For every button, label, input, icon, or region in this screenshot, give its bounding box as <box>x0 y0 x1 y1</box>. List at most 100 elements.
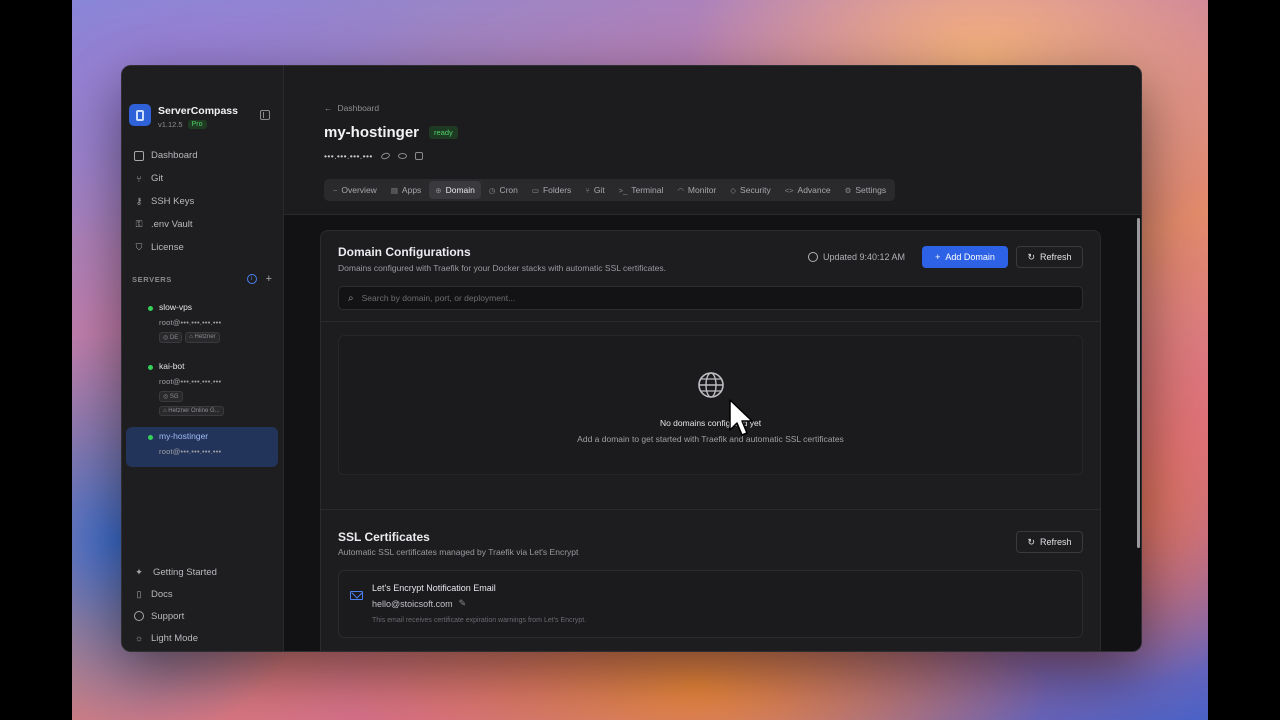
refresh-ssl-button[interactable]: ↻ Refresh <box>1016 531 1083 553</box>
tab-apps[interactable]: ▤ Apps <box>385 181 427 199</box>
app-window: ServerCompass v1.12.5 Pro Dashboard ⑂ Gi… <box>121 65 1142 652</box>
page-title: my-hostinger <box>324 124 420 141</box>
servers-label: SERVERS <box>132 274 172 284</box>
sidebar-item-license[interactable]: ⛉ License <box>134 236 197 259</box>
sidebar-item-label: Dashboard <box>151 150 198 161</box>
search-input[interactable] <box>361 293 1012 303</box>
domain-card: Domain Configurations Domains configured… <box>320 230 1101 651</box>
globe-icon <box>698 372 724 398</box>
server-host: root@•••.•••.•••.••• <box>159 447 222 456</box>
server-item-kai-bot[interactable]: kai-bot root@•••.•••.•••.••• ◎ SG ⌂ Hetz… <box>126 357 278 417</box>
server-item-my-hostinger[interactable]: my-hostinger root@•••.•••.•••.••• <box>126 427 278 467</box>
tab-advance[interactable]: <> Advance <box>779 181 837 199</box>
sidebar-bottom-nav: ✦ Getting Started ▯ Docs Support ☼ Light… <box>134 561 217 649</box>
mail-icon <box>350 591 363 600</box>
brand: ServerCompass v1.12.5 Pro <box>129 104 238 129</box>
online-status-dot <box>148 435 153 440</box>
add-domain-button[interactable]: + Add Domain <box>922 246 1008 268</box>
sidebar-item-docs[interactable]: ▯ Docs <box>134 583 217 605</box>
empty-state-subtitle: Add a domain to get started with Traefik… <box>577 434 844 444</box>
tab-settings[interactable]: ⚙ Settings <box>839 181 892 199</box>
sidebar-nav: Dashboard ⑂ Git ⚷ SSH Keys ⚿ .env Vault … <box>134 144 197 259</box>
hide-ip-icon[interactable] <box>380 151 391 161</box>
gauge-icon: ◠ <box>677 185 684 195</box>
dashboard-icon <box>134 150 144 161</box>
shield-icon: ◇ <box>730 185 737 195</box>
edit-pencil-icon[interactable]: ✎ <box>459 598 467 609</box>
sidebar-item-ssh-keys[interactable]: ⚷ SSH Keys <box>134 190 197 213</box>
apps-icon: ▤ <box>390 185 398 195</box>
empty-state-title: No domains configured yet <box>659 418 762 428</box>
sidebar: ServerCompass v1.12.5 Pro Dashboard ⑂ Gi… <box>122 66 284 651</box>
mouse-cursor-icon <box>729 399 753 436</box>
code-icon: <> <box>784 185 794 195</box>
provider-tag: ⌂ Hetzner Online G... <box>159 406 224 416</box>
tab-monitor[interactable]: ◠ Monitor <box>671 181 722 199</box>
region-tag: ◎ DE <box>159 332 183 343</box>
sidebar-item-git[interactable]: ⑂ Git <box>134 167 197 190</box>
info-icon[interactable]: i <box>246 274 257 284</box>
sidebar-item-label: License <box>151 242 184 253</box>
servers-header: SERVERS i + <box>132 274 272 285</box>
tab-security[interactable]: ◇ Security <box>724 181 777 199</box>
sidebar-item-label: Light Mode <box>151 632 199 644</box>
sidebar-item-env-vault[interactable]: ⚿ .env Vault <box>134 213 197 236</box>
email-label: Let's Encrypt Notification Email <box>372 583 496 593</box>
sidebar-item-dashboard[interactable]: Dashboard <box>134 144 197 167</box>
overview-icon: ~ <box>333 185 338 195</box>
app-logo-icon <box>129 104 151 126</box>
provider-tag: ⌂ Hetzner <box>185 332 220 343</box>
section-divider <box>321 321 1100 322</box>
status-badge: ready <box>429 126 458 139</box>
empty-state: No domains configured yet Add a domain t… <box>338 335 1083 475</box>
email-value: hello@stoicsoft.com <box>372 598 453 609</box>
main-panel: ← Dashboard my-hostinger ready •••.•••.•… <box>284 66 1141 651</box>
sidebar-item-support[interactable]: Support <box>134 605 217 627</box>
server-name: kai-bot <box>159 361 185 371</box>
vault-icon: ⚿ <box>135 219 143 229</box>
domain-section-title: Domain Configurations <box>338 245 471 259</box>
last-updated: Updated 9:40:12 AM <box>808 252 905 262</box>
sidebar-toggle-icon[interactable] <box>260 110 270 120</box>
ssl-section-title: SSL Certificates <box>338 530 430 544</box>
gear-icon: ⚙ <box>844 185 852 195</box>
back-arrow-icon: ← <box>324 103 333 113</box>
sidebar-item-label: Docs <box>151 588 173 600</box>
server-name: my-hostinger <box>159 431 209 441</box>
sidebar-item-label: SSH Keys <box>151 196 195 207</box>
domain-section-subtitle: Domains configured with Traefik for your… <box>338 263 667 273</box>
refresh-domains-button[interactable]: ↻ Refresh <box>1016 246 1083 268</box>
copy-icon[interactable] <box>414 152 423 160</box>
tab-folders[interactable]: ▭ Folders <box>526 181 577 199</box>
tab-domain[interactable]: ⊕ Domain <box>429 181 481 199</box>
breadcrumb[interactable]: ← Dashboard <box>324 103 379 113</box>
sidebar-item-label: Git <box>151 173 164 184</box>
git-icon: ⑂ <box>585 185 590 195</box>
plus-icon: + <box>935 252 941 262</box>
sidebar-item-getting-started[interactable]: ✦ Getting Started <box>134 561 217 583</box>
online-status-dot <box>148 365 153 370</box>
terminal-icon: >_ <box>618 185 628 195</box>
content-area: Domain Configurations Domains configured… <box>284 214 1141 651</box>
online-status-dot <box>148 306 153 311</box>
breadcrumb-label: Dashboard <box>337 103 380 113</box>
refresh-icon: ↻ <box>1027 251 1036 262</box>
tab-overview[interactable]: ~ Overview <box>327 181 383 199</box>
add-server-icon[interactable]: + <box>266 274 272 285</box>
tab-git[interactable]: ⑂ Git <box>579 181 610 199</box>
server-name: slow-vps <box>159 302 193 312</box>
chat-icon <box>134 611 144 621</box>
plan-badge: Pro <box>187 120 207 129</box>
sparkle-icon: ✦ <box>135 566 143 577</box>
notification-email-card: Let's Encrypt Notification Email hello@s… <box>338 570 1083 638</box>
sidebar-item-label: Getting Started <box>153 566 217 578</box>
server-item-slow-vps[interactable]: slow-vps root@•••.•••.•••.••• ◎ DE ⌂ Het… <box>126 298 278 348</box>
tab-terminal[interactable]: >_ Terminal <box>613 181 670 199</box>
key-icon: ⚷ <box>135 196 143 206</box>
book-icon: ▯ <box>136 588 142 599</box>
tab-cron[interactable]: ◷ Cron <box>483 181 524 199</box>
git-icon: ⑂ <box>136 173 142 184</box>
sidebar-item-light-mode[interactable]: ☼ Light Mode <box>134 627 217 649</box>
scrollbar[interactable] <box>1137 218 1140 548</box>
show-ip-icon[interactable] <box>397 153 407 159</box>
